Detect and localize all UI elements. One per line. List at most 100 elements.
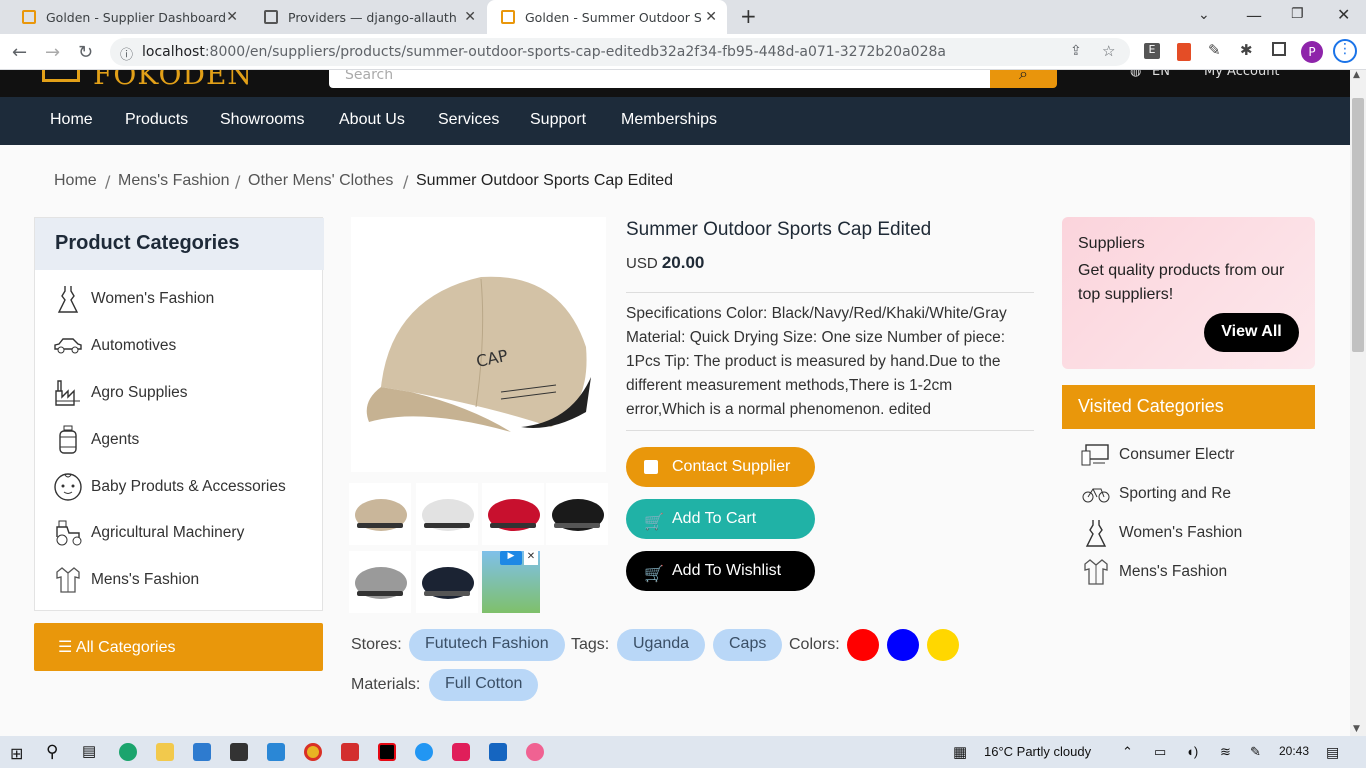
chrome-icon[interactable] (304, 743, 322, 761)
tag-pill[interactable]: Caps (713, 629, 783, 661)
mail-icon[interactable] (193, 743, 211, 761)
scrollbar-thumb[interactable] (1352, 98, 1364, 352)
share-icon[interactable]: ⇪ (1070, 43, 1082, 59)
slack-icon[interactable] (452, 743, 470, 761)
category-agents[interactable]: Agents (53, 422, 139, 458)
nav-showrooms[interactable]: Showrooms (220, 111, 304, 129)
thumbnail-gray[interactable] (349, 551, 411, 613)
bookmark-star-icon[interactable]: ☆ (1102, 42, 1115, 60)
breadcrumb-mens-fashion[interactable]: Mens's Fashion (118, 172, 230, 190)
visited-mens-fashion[interactable]: Mens's Fashion (1080, 555, 1227, 589)
profile-avatar[interactable]: P (1301, 41, 1323, 63)
close-icon[interactable]: ✕ (524, 551, 538, 565)
material-pill[interactable]: Full Cotton (429, 669, 539, 701)
vscode-icon[interactable] (267, 743, 285, 761)
app-icon[interactable] (526, 743, 544, 761)
url-bar[interactable]: ⓘ localhost:8000/en/suppliers/products/s… (110, 38, 1130, 66)
store-pill[interactable]: Fututech Fashion (409, 629, 565, 661)
reload-icon[interactable]: ↻ (78, 42, 93, 63)
nav-memberships[interactable]: Memberships (621, 111, 717, 129)
back-arrow-icon[interactable]: ← (12, 42, 27, 63)
weather-text[interactable]: 16°C Partly cloudy (984, 744, 1091, 759)
play-icon[interactable]: ▶ (500, 551, 522, 565)
category-automotives[interactable]: Automotives (53, 328, 176, 364)
thumbnail-navy[interactable] (416, 551, 478, 613)
product-main-image[interactable]: CAP (351, 217, 606, 472)
extension-e-icon[interactable]: E (1144, 43, 1160, 59)
menu-kebab-icon[interactable]: ⋮ (1333, 39, 1357, 63)
close-tab-icon[interactable]: ✕ (464, 9, 476, 25)
eyedropper-icon[interactable]: ✎ (1208, 41, 1221, 59)
add-to-cart-button[interactable]: 🛒 Add To Cart (626, 499, 815, 539)
color-swatch-red[interactable] (847, 629, 879, 661)
category-agro-supplies[interactable]: Agro Supplies (53, 375, 188, 411)
category-mens-fashion[interactable]: Mens's Fashion (53, 562, 199, 598)
tab-search-chevron-icon[interactable]: ⌄ (1198, 7, 1210, 23)
clock[interactable]: 20:43 (1279, 744, 1309, 758)
notifications-icon[interactable]: ▤ (1326, 744, 1339, 761)
windows-start-icon[interactable]: ⊞ (10, 744, 23, 764)
nav-services[interactable]: Services (438, 111, 499, 129)
search-button[interactable]: ⌕ (990, 70, 1057, 88)
volume-icon[interactable]: ◖) (1186, 744, 1198, 759)
browser-tab-supplier-dashboard[interactable]: Golden - Supplier Dashboard ✕ (8, 0, 248, 34)
app-icon[interactable] (489, 743, 507, 761)
visited-womens-fashion[interactable]: Women's Fashion (1080, 516, 1242, 550)
view-all-button[interactable]: View All (1204, 313, 1299, 352)
app-icon[interactable] (415, 743, 433, 761)
breadcrumb-home[interactable]: Home (54, 172, 97, 190)
search-icon[interactable]: ⚲ (46, 742, 58, 762)
color-swatch-blue[interactable] (887, 629, 919, 661)
thumbnail-khaki[interactable] (349, 483, 411, 545)
visited-consumer-electronics[interactable]: Consumer Electr (1080, 438, 1234, 472)
nav-home[interactable]: Home (50, 111, 93, 129)
search-input[interactable]: Search (329, 70, 991, 88)
thumbnail-red[interactable] (482, 483, 544, 545)
wifi-icon[interactable]: ≋ (1220, 744, 1231, 760)
acrobat-icon[interactable] (341, 743, 359, 761)
scroll-down-arrow-icon[interactable]: ▼ (1353, 724, 1360, 734)
add-to-wishlist-button[interactable]: 🛒 Add To Wishlist (626, 551, 815, 591)
category-baby-products[interactable]: Baby Produts & Accessories (53, 469, 286, 505)
contact-supplier-button[interactable]: Contact Supplier (626, 447, 815, 487)
pen-icon[interactable]: ✎ (1250, 744, 1261, 760)
all-categories-button[interactable]: ☰ All Categories (34, 623, 323, 671)
thumbnail-video[interactable]: ▶ ✕ (482, 551, 540, 613)
visited-sporting[interactable]: Sporting and Re (1080, 477, 1231, 511)
minimize-icon[interactable]: — (1246, 6, 1262, 25)
battery-icon[interactable]: ▭ (1154, 744, 1166, 760)
site-info-icon[interactable]: ⓘ (120, 44, 133, 63)
nav-products[interactable]: Products (125, 111, 188, 129)
terminal-icon[interactable] (230, 743, 248, 761)
new-tab-button[interactable]: + (740, 4, 757, 28)
weather-icon[interactable]: ▦ (953, 743, 967, 761)
forward-arrow-icon[interactable]: → (45, 42, 60, 63)
category-womens-fashion[interactable]: Women's Fashion (53, 281, 214, 317)
edge-icon[interactable] (119, 743, 137, 761)
restore-icon[interactable]: ❐ (1291, 6, 1304, 22)
thumbnail-black[interactable] (546, 483, 608, 545)
scroll-up-arrow-icon[interactable]: ▲ (1353, 70, 1360, 80)
color-swatch-yellow[interactable] (927, 629, 959, 661)
extensions-puzzle-icon[interactable]: ✱ (1240, 41, 1253, 59)
side-panel-icon[interactable] (1272, 42, 1286, 56)
netflix-icon[interactable] (378, 743, 396, 761)
language-selector[interactable]: EN (1152, 70, 1170, 79)
task-view-icon[interactable]: ▤ (82, 742, 96, 760)
extension-html-icon[interactable] (1177, 43, 1191, 61)
category-agricultural-machinery[interactable]: Agricultural Machinery (53, 515, 244, 551)
close-tab-icon[interactable]: ✕ (226, 9, 238, 25)
file-explorer-icon[interactable] (156, 743, 174, 761)
tray-chevron-icon[interactable]: ⌃ (1122, 744, 1133, 760)
breadcrumb-other-mens-clothes[interactable]: Other Mens' Clothes (248, 172, 393, 190)
nav-about-us[interactable]: About Us (339, 111, 405, 129)
nav-support[interactable]: Support (530, 111, 586, 129)
my-account-menu[interactable]: My Account (1204, 70, 1280, 79)
site-logo[interactable]: FOKODEN (93, 70, 253, 91)
browser-tab-summer-cap[interactable]: Golden - Summer Outdoor Sport ✕ (487, 0, 727, 34)
tag-pill[interactable]: Uganda (617, 629, 706, 661)
close-tab-icon[interactable]: ✕ (705, 9, 717, 25)
thumbnail-white[interactable] (416, 483, 478, 545)
close-window-icon[interactable]: ✕ (1337, 5, 1350, 24)
browser-tab-providers[interactable]: Providers — django-allauth 0.43. ✕ (250, 0, 486, 34)
